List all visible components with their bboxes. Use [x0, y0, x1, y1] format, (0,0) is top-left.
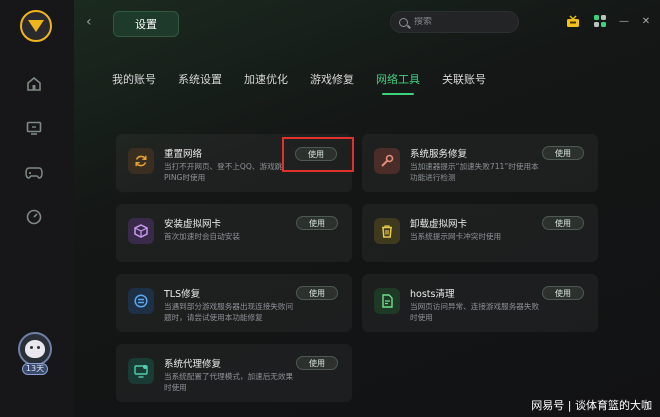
tool-card-tls-repair: TLS修复 当遇到部分游戏服务器出现连接失败问题时，请尝试使用本功能修复 使用 [116, 274, 352, 332]
search-input[interactable] [414, 17, 504, 27]
tool-card-service-repair: 系统服务修复 当加速器提示“加速失败711”时使用本功能进行检测 使用 [362, 134, 598, 192]
hosts-file-icon [374, 288, 400, 314]
settings-panel: ‹ 设置 — ✕ 我的账号 系统设置 加速优化 游戏修复 网络工具 关联账号 重… [74, 0, 660, 417]
apps-grid-icon[interactable] [593, 14, 607, 28]
tool-desc: 当遇到部分游戏服务器出现连接失败问题时，请尝试使用本功能修复 [164, 302, 294, 322]
tool-title: TLS修复 [164, 289, 201, 300]
use-button-tls-repair[interactable]: 使用 [296, 286, 338, 300]
membership-days-badge: 13天 [22, 363, 48, 375]
search-box[interactable] [390, 11, 519, 33]
minimize-icon[interactable]: — [617, 14, 631, 28]
sidebar: 13天 [0, 0, 74, 417]
tls-icon [128, 288, 154, 314]
trash-icon [374, 218, 400, 244]
tool-title: 系统代理修复 [164, 359, 222, 370]
gift-icon[interactable] [566, 14, 580, 28]
use-button-hosts-cleanup[interactable]: 使用 [542, 286, 584, 300]
tool-title: 卸载虚拟网卡 [410, 219, 468, 230]
cube-icon [128, 218, 154, 244]
avatar[interactable] [18, 332, 52, 366]
settings-tabs: 我的账号 系统设置 加速优化 游戏修复 网络工具 关联账号 [112, 71, 508, 95]
app-logo[interactable] [20, 10, 52, 42]
tool-title: hosts清理 [410, 289, 455, 300]
page-title[interactable]: 设置 [113, 11, 179, 37]
tab-game-repair[interactable]: 游戏修复 [310, 71, 354, 95]
tab-linked-accounts[interactable]: 关联账号 [442, 71, 486, 95]
tool-title: 系统服务修复 [410, 149, 468, 160]
tool-desc: 当打不开网页、登不上QQ、游戏跳PING时使用 [164, 162, 283, 182]
highlight-box [282, 137, 354, 172]
tool-card-proxy-repair: 系统代理修复 当系统配置了代理模式，加速后无效果时使用 使用 [116, 344, 352, 402]
tool-card-install-nic: 安装虚拟网卡 首次加速时会自动安装 使用 [116, 204, 352, 262]
watermark: 网易号 | 谈体育篮的大咖 [531, 399, 652, 412]
tool-card-uninstall-nic: 卸载虚拟网卡 当系统提示网卡冲突时使用 使用 [362, 204, 598, 262]
tab-network-tools[interactable]: 网络工具 [376, 71, 420, 95]
speed-icon[interactable] [24, 207, 44, 227]
gamepad-icon[interactable] [24, 163, 44, 183]
use-button-proxy-repair[interactable]: 使用 [296, 356, 338, 370]
use-button-uninstall-nic[interactable]: 使用 [542, 216, 584, 230]
wrench-icon [374, 148, 400, 174]
back-icon[interactable]: ‹ [86, 14, 92, 30]
refresh-icon [128, 148, 154, 174]
tab-system-settings[interactable]: 系统设置 [178, 71, 222, 95]
proxy-monitor-icon [128, 358, 154, 384]
home-icon[interactable] [24, 74, 44, 94]
close-icon[interactable]: ✕ [639, 14, 653, 28]
tool-desc: 当网页访问异常、连接游戏服务器失败时使用 [410, 302, 540, 322]
tool-desc: 当加速器提示“加速失败711”时使用本功能进行检测 [410, 162, 539, 182]
tool-desc: 首次加速时会自动安装 [164, 232, 240, 241]
use-button-service-repair[interactable]: 使用 [542, 146, 584, 160]
tab-acceleration[interactable]: 加速优化 [244, 71, 288, 95]
use-button-install-nic[interactable]: 使用 [296, 216, 338, 230]
tab-my-account[interactable]: 我的账号 [112, 71, 156, 95]
tool-card-hosts-cleanup: hosts清理 当网页访问异常、连接游戏服务器失败时使用 使用 [362, 274, 598, 332]
tool-desc: 当系统配置了代理模式，加速后无效果时使用 [164, 372, 294, 392]
monitor-icon[interactable] [24, 118, 44, 138]
tool-desc: 当系统提示网卡冲突时使用 [410, 232, 502, 241]
search-icon [399, 17, 408, 27]
tool-title: 安装虚拟网卡 [164, 219, 222, 230]
tool-title: 重置网络 [164, 149, 203, 160]
